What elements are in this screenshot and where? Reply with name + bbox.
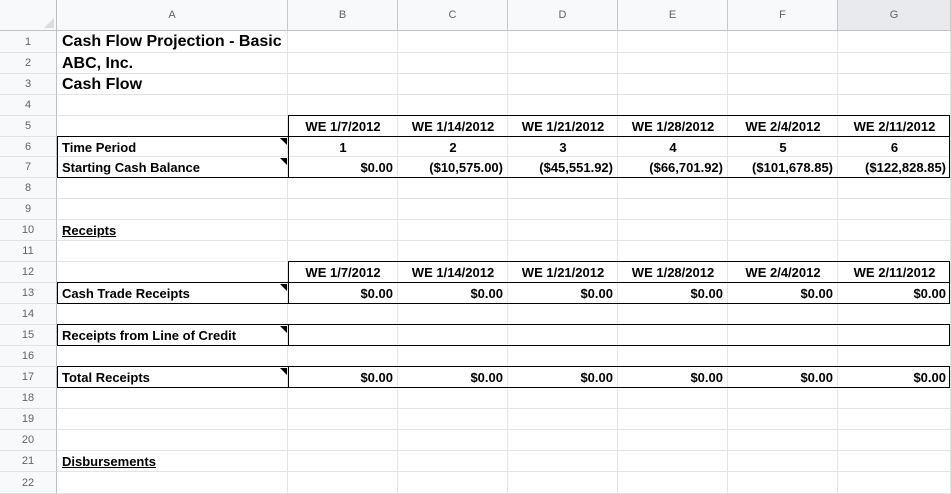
total-receipts-cell[interactable]: $0.00 bbox=[618, 367, 728, 388]
cash-trade-cell[interactable]: $0.00 bbox=[838, 283, 951, 304]
time-period-cell[interactable]: 3 bbox=[508, 137, 618, 157]
row-header-6[interactable]: 6 bbox=[0, 137, 57, 157]
column-header-d[interactable]: D bbox=[508, 0, 618, 31]
total-receipts-cell[interactable]: $0.00 bbox=[398, 367, 508, 388]
note-indicator[interactable] bbox=[280, 284, 287, 291]
row-header-5[interactable]: 5 bbox=[0, 116, 57, 137]
receipts-date-cell[interactable]: WE 2/4/2012 bbox=[728, 262, 838, 283]
row-header-12[interactable]: 12 bbox=[0, 262, 57, 283]
row-header-19[interactable]: 19 bbox=[0, 409, 57, 430]
label-divider bbox=[288, 325, 289, 346]
time-period-cell[interactable]: 5 bbox=[728, 137, 838, 157]
header-date-cell[interactable]: WE 2/4/2012 bbox=[728, 116, 838, 137]
total-receipts-cell[interactable]: $0.00 bbox=[728, 367, 838, 388]
row-header-3[interactable]: 3 bbox=[0, 74, 57, 95]
time-period-cell[interactable]: 2 bbox=[398, 137, 508, 157]
note-indicator[interactable] bbox=[280, 138, 287, 145]
row-header-13[interactable]: 13 bbox=[0, 283, 57, 304]
header-date-cell[interactable]: WE 1/21/2012 bbox=[508, 116, 618, 137]
starting-cash-cell[interactable]: ($10,575.00) bbox=[398, 157, 508, 178]
select-all-corner[interactable] bbox=[0, 0, 57, 31]
row-header-9[interactable]: 9 bbox=[0, 199, 57, 220]
company-cell[interactable]: ABC, Inc. bbox=[57, 53, 398, 74]
column-header-g[interactable]: G bbox=[838, 0, 951, 31]
row-header-14[interactable]: 14 bbox=[0, 304, 57, 325]
receipts-date-cell[interactable]: WE 2/11/2012 bbox=[838, 262, 951, 283]
header-date-cell[interactable]: WE 1/28/2012 bbox=[618, 116, 728, 137]
gridline-horizontal bbox=[57, 198, 951, 199]
cash-trade-cell[interactable]: $0.00 bbox=[398, 283, 508, 304]
row-header-16[interactable]: 16 bbox=[0, 346, 57, 367]
cash-trade-cell[interactable]: $0.00 bbox=[618, 283, 728, 304]
column-header-b[interactable]: B bbox=[288, 0, 398, 31]
cash-trade-cell[interactable]: $0.00 bbox=[288, 283, 398, 304]
row-header-7[interactable]: 7 bbox=[0, 157, 57, 178]
starting-cash-cell[interactable]: ($101,678.85) bbox=[728, 157, 838, 178]
receipts-heading[interactable]: Receipts bbox=[57, 220, 288, 241]
note-indicator[interactable] bbox=[280, 326, 287, 333]
receipts-date-cell[interactable]: WE 1/7/2012 bbox=[288, 262, 398, 283]
row-header-4[interactable]: 4 bbox=[0, 95, 57, 116]
column-header-f[interactable]: F bbox=[728, 0, 838, 31]
cash-trade-label[interactable]: Cash Trade Receipts bbox=[57, 283, 288, 304]
row-header-22[interactable]: 22 bbox=[0, 472, 57, 494]
row-header-15[interactable]: 15 bbox=[0, 325, 57, 346]
row-header-2[interactable]: 2 bbox=[0, 53, 57, 74]
header-date-cell[interactable]: WE 1/14/2012 bbox=[398, 116, 508, 137]
line-of-credit-label[interactable]: Receipts from Line of Credit bbox=[57, 325, 288, 346]
column-header-e[interactable]: E bbox=[618, 0, 728, 31]
header-date-cell[interactable]: WE 2/11/2012 bbox=[838, 116, 951, 137]
note-indicator[interactable] bbox=[280, 158, 287, 165]
time-period-label[interactable]: Time Period bbox=[57, 137, 288, 157]
receipts-date-cell[interactable]: WE 1/21/2012 bbox=[508, 262, 618, 283]
time-period-cell[interactable]: 6 bbox=[838, 137, 951, 157]
starting-cash-cell[interactable]: $0.00 bbox=[288, 157, 398, 178]
total-receipts-cell[interactable]: $0.00 bbox=[838, 367, 951, 388]
total-receipts-cell[interactable]: $0.00 bbox=[288, 367, 398, 388]
time-period-cell[interactable]: 1 bbox=[288, 137, 398, 157]
gridline-horizontal bbox=[57, 408, 951, 409]
row-header-20[interactable]: 20 bbox=[0, 430, 57, 451]
row-header-8[interactable]: 8 bbox=[0, 178, 57, 199]
time-period-cell[interactable]: 4 bbox=[618, 137, 728, 157]
column-header-a[interactable]: A bbox=[57, 0, 288, 31]
cash-trade-cell[interactable]: $0.00 bbox=[728, 283, 838, 304]
starting-cash-cell[interactable]: ($45,551.92) bbox=[508, 157, 618, 178]
gridline-horizontal bbox=[57, 429, 951, 430]
row-header-21[interactable]: 21 bbox=[0, 451, 57, 472]
title-cell[interactable]: Cash Flow Projection - Basic bbox=[57, 31, 398, 53]
receipts-date-cell[interactable]: WE 1/28/2012 bbox=[618, 262, 728, 283]
starting-cash-cell[interactable]: ($66,701.92) bbox=[618, 157, 728, 178]
receipts-date-cell[interactable]: WE 1/14/2012 bbox=[398, 262, 508, 283]
cash-trade-cell[interactable]: $0.00 bbox=[508, 283, 618, 304]
header-date-cell[interactable]: WE 1/7/2012 bbox=[288, 116, 398, 137]
row-header-11[interactable]: 11 bbox=[0, 241, 57, 262]
subtitle-cell[interactable]: Cash Flow bbox=[57, 74, 398, 95]
note-indicator[interactable] bbox=[280, 368, 287, 375]
row-header-10[interactable]: 10 bbox=[0, 220, 57, 241]
disbursements-heading[interactable]: Disbursements bbox=[57, 451, 288, 472]
column-header-c[interactable]: C bbox=[398, 0, 508, 31]
total-receipts-cell[interactable]: $0.00 bbox=[508, 367, 618, 388]
row-header-1[interactable]: 1 bbox=[0, 31, 57, 53]
starting-cash-cell[interactable]: ($122,828.85) bbox=[838, 157, 951, 178]
row-header-18[interactable]: 18 bbox=[0, 388, 57, 409]
total-receipts-label[interactable]: Total Receipts bbox=[57, 367, 288, 388]
row-header-17[interactable]: 17 bbox=[0, 367, 57, 388]
spreadsheet-grid[interactable]: ABCDEFG 1 2 3 4 5 6 7 8 9 10 11 12 13 14 15 16 17 18 19 20 2… bbox=[0, 0, 951, 494]
starting-cash-label[interactable]: Starting Cash Balance bbox=[57, 157, 288, 178]
